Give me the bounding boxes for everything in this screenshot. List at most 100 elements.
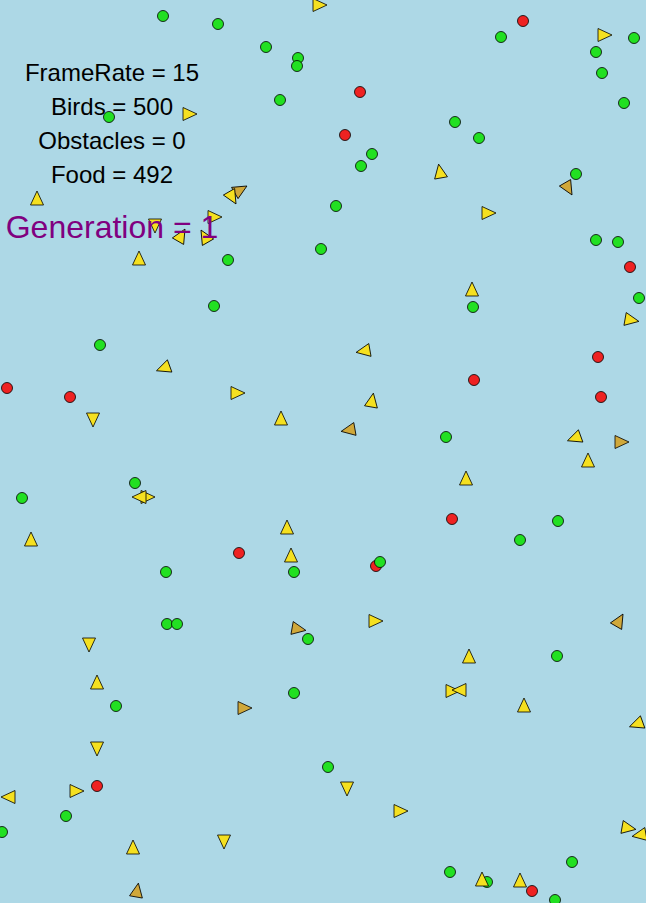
food-item: [234, 548, 245, 559]
bird: [285, 548, 298, 562]
bird: [83, 638, 96, 652]
food-item: [518, 16, 529, 27]
food-item: [469, 375, 480, 386]
food-item: [593, 352, 604, 363]
food-item: [162, 619, 173, 630]
food-item: [275, 95, 286, 106]
food-item: [629, 33, 640, 44]
bird: [238, 702, 252, 715]
bird: [582, 453, 595, 467]
food-item: [619, 98, 630, 109]
food-item: [355, 87, 366, 98]
bird: [127, 840, 140, 854]
food-item: [634, 293, 645, 304]
simulation-canvas: FrameRate = 15Birds = 500Obstacles = 0Fo…: [0, 0, 646, 903]
bird: [631, 828, 646, 843]
food-item: [331, 201, 342, 212]
food-item: [515, 535, 526, 546]
food-item: [591, 235, 602, 246]
bird: [341, 782, 354, 796]
bird: [432, 163, 447, 179]
bird: [394, 805, 408, 818]
food-item: [0, 827, 8, 838]
bird: [621, 821, 637, 836]
food-item: [289, 688, 300, 699]
food-item: [261, 42, 272, 53]
bird: [223, 189, 241, 208]
food-item: [445, 867, 456, 878]
food-item: [450, 117, 461, 128]
food-item: [613, 237, 624, 248]
bird: [466, 282, 479, 296]
food-item: [17, 493, 28, 504]
food-item: [303, 634, 314, 645]
bird: [463, 649, 476, 663]
food-item: [323, 762, 334, 773]
bird: [31, 191, 44, 205]
bird: [291, 622, 307, 637]
bird: [91, 675, 104, 689]
stat-label: Food = 492: [51, 160, 173, 190]
food-item: [356, 161, 367, 172]
food-item: [2, 383, 13, 394]
food-item: [474, 133, 485, 144]
bird: [91, 742, 104, 756]
stat-label: Birds = 500: [51, 92, 173, 122]
food-item: [597, 68, 608, 79]
bird: [615, 436, 629, 449]
bird: [133, 251, 146, 265]
bird: [231, 387, 245, 400]
bird: [275, 411, 288, 425]
food-item: [496, 32, 507, 43]
food-item: [567, 857, 578, 868]
bird: [313, 0, 327, 12]
food-item: [591, 47, 602, 58]
food-item: [92, 781, 103, 792]
food-item: [65, 392, 76, 403]
food-item: [441, 432, 452, 443]
food-item: [209, 301, 220, 312]
food-item: [316, 244, 327, 255]
food-item: [61, 811, 72, 822]
food-item: [95, 340, 106, 351]
bird: [518, 698, 531, 712]
bird: [514, 873, 527, 887]
bird: [154, 360, 172, 377]
food-item: [111, 701, 122, 712]
bird: [452, 684, 466, 697]
stat-label: Obstacles = 0: [38, 126, 185, 156]
bird: [598, 29, 612, 42]
bird: [610, 611, 628, 630]
food-item: [468, 302, 479, 313]
food-item: [596, 392, 607, 403]
food-item: [552, 651, 563, 662]
bird: [355, 344, 371, 359]
food-item: [158, 11, 169, 22]
bird: [132, 491, 146, 504]
bird: [25, 532, 38, 546]
food-item: [625, 262, 636, 273]
food-item: [447, 514, 458, 525]
bird: [70, 785, 84, 798]
bird: [627, 716, 645, 733]
bird: [369, 615, 383, 628]
bird: [565, 430, 583, 447]
bird: [218, 835, 231, 849]
bird: [460, 471, 473, 485]
food-item: [161, 567, 172, 578]
food-item: [571, 169, 582, 180]
food-item: [289, 567, 300, 578]
bird: [482, 207, 496, 220]
bird: [87, 413, 100, 427]
food-item: [172, 619, 183, 630]
food-item: [213, 19, 224, 30]
bird: [624, 313, 640, 328]
food-item: [550, 895, 561, 903]
food-item: [223, 255, 234, 266]
food-item: [292, 61, 303, 72]
food-item: [527, 886, 538, 897]
bird: [559, 180, 577, 199]
bird: [476, 872, 489, 886]
bird: [340, 423, 356, 438]
food-item: [375, 557, 386, 568]
